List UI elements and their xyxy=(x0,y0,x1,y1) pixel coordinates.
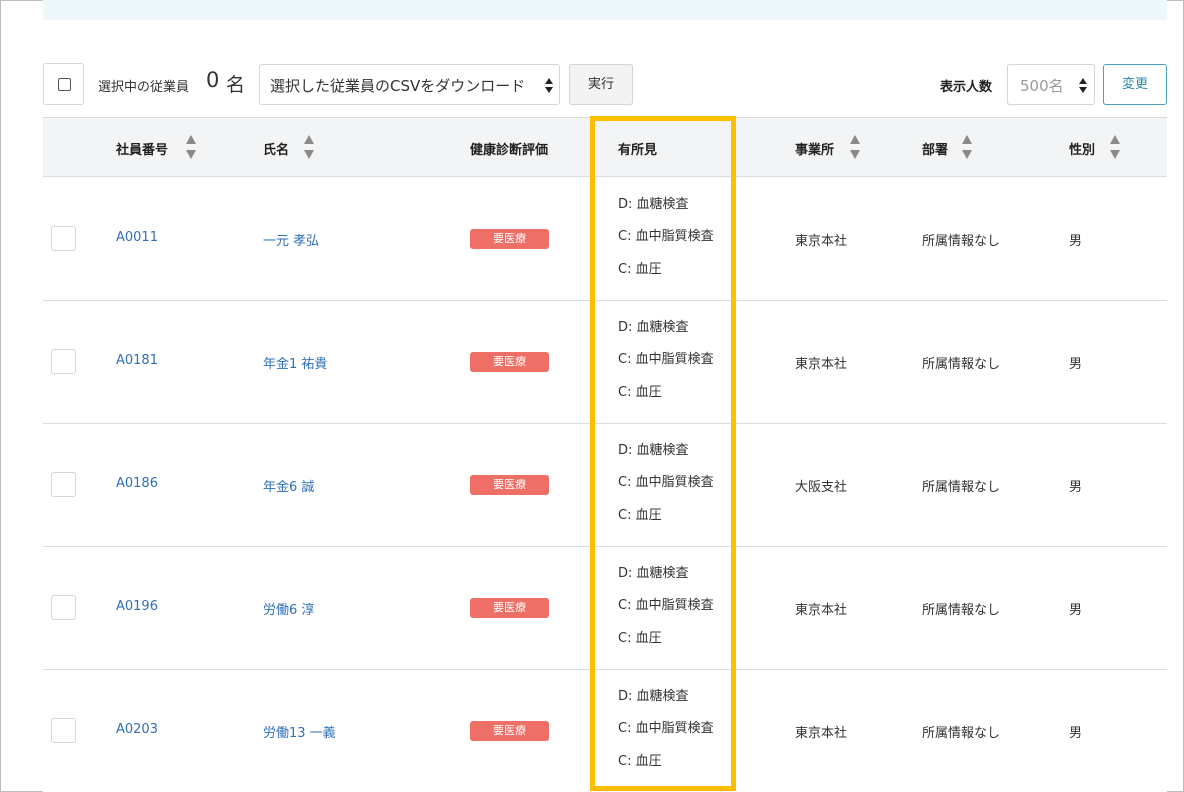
table-row: A0186 年金6 誠 要医療 D: 血糖検査 C: 血中脂質検査 C: 血圧 … xyxy=(43,424,1167,547)
office-cell: 東京本社 xyxy=(795,234,848,249)
finding-item: C: 血中脂質検査 xyxy=(618,352,714,367)
finding-item: D: 血糖検査 xyxy=(618,320,689,335)
selected-employees-label: 選択中の従業員 xyxy=(98,80,190,95)
employee-id-link[interactable]: A0181 xyxy=(116,353,158,368)
header-health-rating: 健康診断評価 xyxy=(470,143,549,158)
sort-office-icon[interactable] xyxy=(850,135,860,161)
top-panel-edge xyxy=(43,0,1167,20)
bulk-action-value: 選択した従業員のCSVをダウンロード xyxy=(270,77,526,95)
employee-id-link[interactable]: A0186 xyxy=(116,476,158,491)
finding-item: C: 血中脂質検査 xyxy=(618,229,714,244)
row-checkbox[interactable] xyxy=(51,472,76,497)
table-row: A0196 労働6 淳 要医療 D: 血糖検査 C: 血中脂質検査 C: 血圧 … xyxy=(43,547,1167,670)
department-cell: 所属情報なし xyxy=(922,603,1001,618)
employee-name-link[interactable]: 年金1 祐貴 xyxy=(263,353,327,372)
sort-name-icon[interactable] xyxy=(304,135,314,161)
health-rating-badge: 要医療 xyxy=(470,721,549,741)
select-arrows-icon xyxy=(1078,77,1088,95)
row-checkbox[interactable] xyxy=(51,349,76,374)
run-button[interactable]: 実行 xyxy=(569,64,633,105)
table-row: A0011 一元 孝弘 要医療 D: 血糖検査 C: 血中脂質検査 C: 血圧 … xyxy=(43,178,1167,301)
header-findings: 有所見 xyxy=(618,143,658,158)
header-office[interactable]: 事業所 xyxy=(795,139,834,158)
finding-item: D: 血糖検査 xyxy=(618,689,689,704)
finding-item: D: 血糖検査 xyxy=(618,443,689,458)
row-checkbox[interactable] xyxy=(51,595,76,620)
employee-name-link[interactable]: 一元 孝弘 xyxy=(263,230,319,249)
employee-name-link[interactable]: 労働6 淳 xyxy=(263,599,314,618)
select-arrows-icon xyxy=(544,77,554,95)
sort-employee-id-icon[interactable] xyxy=(186,135,196,161)
table-header: 社員番号 氏名 健康診断評価 有所見 事業所 部署 性別 xyxy=(43,117,1167,177)
department-cell: 所属情報なし xyxy=(922,357,1001,372)
office-cell: 大阪支社 xyxy=(795,480,848,495)
employee-id-link[interactable]: A0011 xyxy=(116,230,158,245)
bulk-action-select[interactable]: 選択した従業員のCSVをダウンロード xyxy=(259,64,560,105)
header-department[interactable]: 部署 xyxy=(922,139,948,158)
row-checkbox[interactable] xyxy=(51,226,76,251)
header-gender[interactable]: 性別 xyxy=(1069,139,1095,158)
employee-name-link[interactable]: 年金6 誠 xyxy=(263,476,314,495)
selected-employees-count: 0 xyxy=(206,68,220,92)
table-row: A0181 年金1 祐貴 要医療 D: 血糖検査 C: 血中脂質検査 C: 血圧… xyxy=(43,301,1167,424)
employee-id-link[interactable]: A0196 xyxy=(116,599,158,614)
health-rating-badge: 要医療 xyxy=(470,598,549,618)
office-cell: 東京本社 xyxy=(795,357,848,372)
finding-item: C: 血中脂質検査 xyxy=(618,475,714,490)
department-cell: 所属情報なし xyxy=(922,726,1001,741)
office-cell: 東京本社 xyxy=(795,726,848,741)
health-rating-badge: 要医療 xyxy=(470,352,549,372)
header-employee-id[interactable]: 社員番号 xyxy=(116,139,168,158)
finding-item: C: 血圧 xyxy=(618,262,662,277)
employee-id-link[interactable]: A0203 xyxy=(116,722,158,737)
finding-item: C: 血圧 xyxy=(618,754,662,769)
display-count-label: 表示人数 xyxy=(940,80,993,95)
gender-cell: 男 xyxy=(1069,357,1083,372)
selected-employees-unit: 名 xyxy=(226,74,246,96)
select-all-checkbox[interactable] xyxy=(58,78,71,91)
table-row: A0203 労働13 一義 要医療 D: 血糖検査 C: 血中脂質検査 C: 血… xyxy=(43,670,1167,792)
finding-item: C: 血圧 xyxy=(618,508,662,523)
sort-gender-icon[interactable] xyxy=(1110,135,1120,161)
change-button[interactable]: 変更 xyxy=(1103,64,1167,105)
department-cell: 所属情報なし xyxy=(922,234,1001,249)
office-cell: 東京本社 xyxy=(795,603,848,618)
display-count-select[interactable]: 500名 xyxy=(1007,64,1095,105)
employee-name-link[interactable]: 労働13 一義 xyxy=(263,722,336,741)
finding-item: C: 血圧 xyxy=(618,631,662,646)
row-checkbox[interactable] xyxy=(51,718,76,743)
gender-cell: 男 xyxy=(1069,603,1083,618)
display-count-value: 500名 xyxy=(1020,77,1064,95)
finding-item: D: 血糖検査 xyxy=(618,566,689,581)
select-all-button[interactable] xyxy=(43,63,84,105)
finding-item: C: 血中脂質検査 xyxy=(618,598,714,613)
finding-item: C: 血圧 xyxy=(618,385,662,400)
gender-cell: 男 xyxy=(1069,234,1083,249)
gender-cell: 男 xyxy=(1069,726,1083,741)
finding-item: C: 血中脂質検査 xyxy=(618,721,714,736)
department-cell: 所属情報なし xyxy=(922,480,1001,495)
health-rating-badge: 要医療 xyxy=(470,229,549,249)
finding-item: D: 血糖検査 xyxy=(618,197,689,212)
header-name[interactable]: 氏名 xyxy=(263,139,289,158)
gender-cell: 男 xyxy=(1069,480,1083,495)
health-rating-badge: 要医療 xyxy=(470,475,549,495)
sort-department-icon[interactable] xyxy=(962,135,972,161)
